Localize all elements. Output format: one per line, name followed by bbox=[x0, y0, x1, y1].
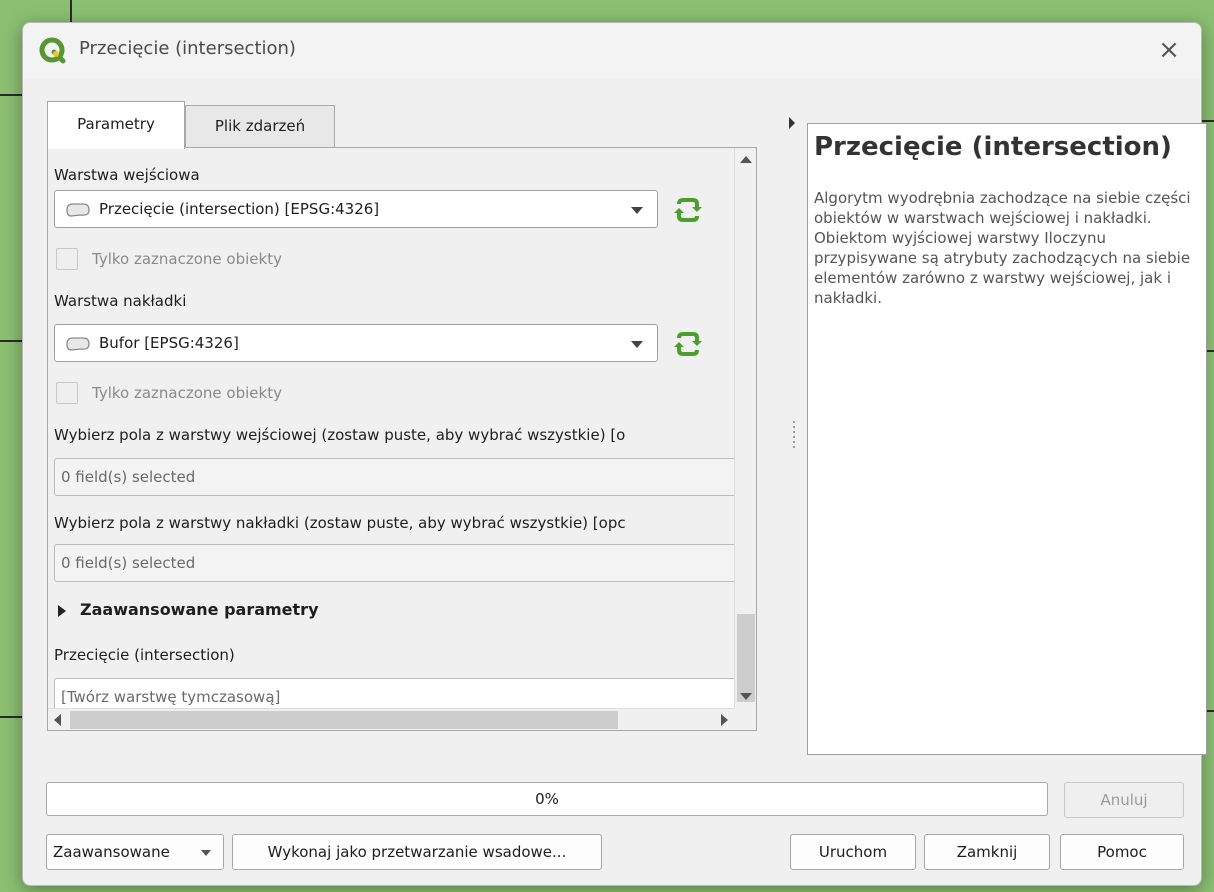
output-label: Przecięcie (intersection) bbox=[54, 646, 235, 664]
advanced-parameters-toggle[interactable]: Zaawansowane parametry bbox=[58, 600, 319, 619]
chevron-down-icon bbox=[201, 850, 211, 856]
title-bar: Przecięcie (intersection) × bbox=[23, 23, 1201, 79]
close-button[interactable]: Zamknij bbox=[924, 834, 1050, 870]
tab-parameters[interactable]: Parametry bbox=[47, 101, 185, 149]
help-title: Przecięcie (intersection) bbox=[814, 132, 1172, 162]
overlay-fields-selector[interactable]: 0 field(s) selected bbox=[54, 544, 734, 582]
overlay-layer-value: Bufor [EPSG:4326] bbox=[99, 334, 239, 352]
help-panel: Przecięcie (intersection) Algorytm wyodr… bbox=[807, 123, 1207, 755]
chevron-down-icon bbox=[631, 341, 643, 348]
horizontal-scrollbar[interactable] bbox=[48, 708, 734, 730]
advanced-button-label: Zaawansowane bbox=[53, 843, 170, 861]
map-line bbox=[0, 340, 22, 342]
polygon-layer-icon bbox=[66, 337, 90, 351]
scroll-corner bbox=[734, 708, 756, 730]
collapse-arrow-icon[interactable] bbox=[789, 117, 795, 129]
overlay-layer-label: Warstwa nakładki bbox=[54, 292, 187, 310]
output-value: [Twórz warstwę tymczasową] bbox=[61, 688, 281, 706]
advanced-dropdown-button[interactable]: Zaawansowane bbox=[46, 834, 224, 870]
splitter-handle[interactable] bbox=[793, 421, 795, 451]
input-selected-only-label: Tylko zaznaczone obiekty bbox=[92, 250, 282, 268]
parameters-panel: Warstwa wejściowa Przecięcie (intersecti… bbox=[47, 147, 757, 731]
run-button[interactable]: Uruchom bbox=[790, 834, 916, 870]
run-as-batch-button[interactable]: Wykonaj jako przetwarzanie wsadowe... bbox=[232, 834, 602, 870]
close-window-button[interactable]: × bbox=[1153, 35, 1185, 67]
tab-log[interactable]: Plik zdarzeń bbox=[185, 105, 335, 147]
overlay-fields-value: 0 field(s) selected bbox=[61, 554, 196, 572]
scroll-up-icon[interactable] bbox=[740, 156, 752, 163]
input-layer-value: Przecięcie (intersection) [EPSG:4326] bbox=[99, 200, 380, 218]
overlay-layer-combo[interactable]: Bufor [EPSG:4326] bbox=[54, 324, 658, 362]
input-layer-label: Warstwa wejściowa bbox=[54, 166, 200, 184]
help-button[interactable]: Pomoc bbox=[1060, 834, 1184, 870]
checkbox-box[interactable] bbox=[56, 382, 78, 404]
input-fields-value: 0 field(s) selected bbox=[61, 468, 196, 486]
iterate-layer-icon[interactable] bbox=[672, 194, 704, 226]
intersection-dialog: Przecięcie (intersection) × Parametry Pl… bbox=[22, 22, 1207, 886]
input-fields-selector[interactable]: 0 field(s) selected bbox=[54, 458, 734, 496]
map-line bbox=[0, 716, 22, 718]
cancel-button[interactable]: Anuluj bbox=[1064, 782, 1184, 818]
progress-label: 0% bbox=[535, 790, 559, 808]
advanced-parameters-label: Zaawansowane parametry bbox=[80, 600, 319, 619]
progress-bar: 0% bbox=[46, 782, 1048, 816]
map-line bbox=[70, 0, 72, 22]
map-line bbox=[1202, 120, 1214, 122]
polygon-layer-icon bbox=[66, 203, 90, 217]
input-fields-label: Wybierz pola z warstwy wejściowej (zosta… bbox=[54, 426, 626, 444]
input-selected-only-checkbox[interactable]: Tylko zaznaczone obiekty bbox=[56, 248, 282, 270]
map-line bbox=[0, 94, 22, 96]
qgis-logo-icon bbox=[39, 37, 66, 64]
parameters-scroll-area: Warstwa wejściowa Przecięcie (intersecti… bbox=[48, 148, 734, 708]
input-layer-combo[interactable]: Przecięcie (intersection) [EPSG:4326] bbox=[54, 190, 658, 228]
window-title: Przecięcie (intersection) bbox=[79, 38, 296, 59]
iterate-layer-icon[interactable] bbox=[672, 328, 704, 360]
scrollbar-thumb[interactable] bbox=[70, 711, 618, 729]
scroll-down-icon[interactable] bbox=[740, 693, 752, 700]
chevron-down-icon bbox=[631, 207, 643, 214]
scroll-right-icon[interactable] bbox=[721, 714, 728, 726]
scrollbar-thumb[interactable] bbox=[737, 614, 755, 702]
checkbox-box[interactable] bbox=[56, 248, 78, 270]
overlay-selected-only-label: Tylko zaznaczone obiekty bbox=[92, 384, 282, 402]
help-text: Algorytm wyodrębnia zachodzące na siebie… bbox=[814, 189, 1191, 307]
output-field[interactable]: [Twórz warstwę tymczasową] bbox=[54, 678, 734, 708]
overlay-selected-only-checkbox[interactable]: Tylko zaznaczone obiekty bbox=[56, 382, 282, 404]
triangle-right-icon bbox=[58, 604, 66, 617]
overlay-fields-label: Wybierz pola z warstwy nakładki (zostaw … bbox=[54, 514, 626, 532]
scroll-left-icon[interactable] bbox=[54, 714, 61, 726]
close-icon: × bbox=[1158, 35, 1180, 65]
vertical-scrollbar[interactable] bbox=[734, 148, 756, 708]
